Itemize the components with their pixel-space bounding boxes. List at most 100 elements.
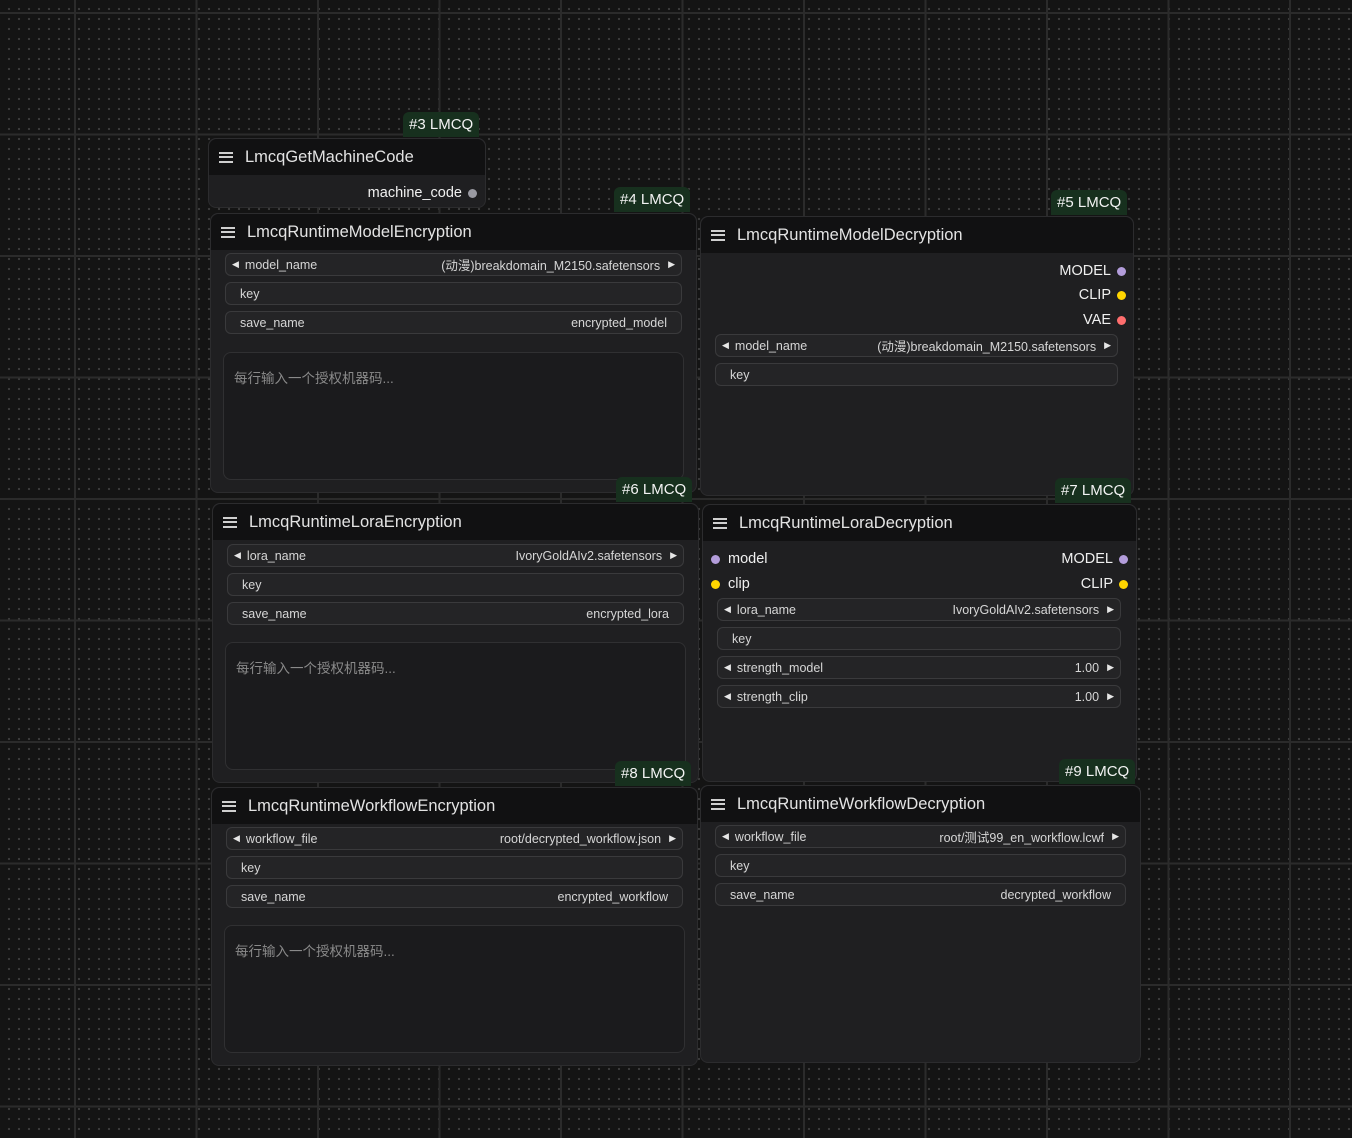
model-name-combo[interactable]: ◀ model_name (动漫)breakdomain_M2150.safet…: [715, 334, 1118, 357]
workflow-file-combo[interactable]: ◀ workflow_file root/decrypted_workflow.…: [226, 827, 683, 850]
triangle-right-icon[interactable]: ▶: [668, 259, 675, 270]
triangle-right-icon[interactable]: ▶: [670, 550, 677, 561]
node-title: LmcqRuntimeModelDecryption: [737, 225, 963, 244]
key-field[interactable]: key: [226, 856, 683, 879]
workflow-file-combo[interactable]: ◀ workflow_file root/测试99_en_workflow.lc…: [715, 825, 1126, 848]
widget-label: lora_name: [736, 602, 796, 617]
output-slot-model[interactable]: MODEL: [1061, 551, 1128, 567]
widget-label: key: [732, 631, 752, 646]
hamburger-icon[interactable]: [711, 229, 725, 241]
widget-label: save_name: [242, 606, 307, 621]
node-lora-decryption[interactable]: LmcqRuntimeLoraDecryption model clip MOD…: [702, 504, 1137, 782]
slot-dot-icon[interactable]: [1117, 266, 1126, 276]
lora-name-combo[interactable]: ◀ lora_name IvoryGoldAIv2.safetensors ▶: [227, 544, 684, 567]
node-id-badge: #5 LMCQ: [1051, 190, 1128, 215]
node-model-encryption[interactable]: LmcqRuntimeModelEncryption ◀ model_name …: [210, 213, 697, 493]
textarea-placeholder: 每行输入一个授权机器码...: [235, 944, 395, 959]
node-title: LmcqRuntimeModelEncryption: [247, 222, 472, 241]
output-slot-machine-code[interactable]: machine_code: [368, 185, 477, 201]
triangle-right-icon[interactable]: ▶: [669, 833, 676, 844]
widget-label: model_name: [734, 338, 808, 353]
key-field[interactable]: key: [715, 363, 1118, 386]
node-lora-encryption[interactable]: LmcqRuntimeLoraEncryption ◀ lora_name Iv…: [212, 503, 699, 783]
triangle-right-icon[interactable]: ▶: [1107, 691, 1114, 702]
save-name-field[interactable]: save_name encrypted_model: [225, 311, 682, 334]
machine-code-textarea[interactable]: 每行输入一个授权机器码...: [225, 642, 686, 770]
slot-dot-icon[interactable]: [711, 554, 720, 564]
machine-code-textarea[interactable]: 每行输入一个授权机器码...: [224, 925, 685, 1053]
hamburger-icon[interactable]: [223, 516, 237, 528]
widget-label: workflow_file: [734, 829, 807, 844]
node-model-decryption[interactable]: LmcqRuntimeModelDecryption MODEL CLIP VA…: [700, 216, 1134, 496]
node-header[interactable]: LmcqRuntimeModelDecryption: [701, 217, 1133, 253]
output-slot-vae[interactable]: VAE: [1083, 312, 1126, 328]
triangle-right-icon[interactable]: ▶: [1107, 662, 1114, 673]
widget-label: key: [241, 860, 261, 875]
lora-name-combo[interactable]: ◀ lora_name IvoryGoldAIv2.safetensors ▶: [717, 598, 1121, 621]
triangle-right-icon[interactable]: ▶: [1104, 340, 1111, 351]
widget-value: 1.00: [1074, 660, 1100, 675]
widget-value: IvoryGoldAIv2.safetensors: [515, 548, 663, 563]
slot-dot-icon[interactable]: [1119, 554, 1128, 564]
slot-dot-icon[interactable]: [1119, 579, 1128, 589]
triangle-left-icon[interactable]: ◀: [234, 550, 241, 561]
slot-dot-icon[interactable]: [1117, 290, 1126, 300]
output-label: VAE: [1083, 312, 1111, 328]
output-label: MODEL: [1059, 263, 1111, 279]
triangle-left-icon[interactable]: ◀: [724, 604, 731, 615]
key-field[interactable]: key: [717, 627, 1121, 650]
node-header[interactable]: LmcqRuntimeModelEncryption: [211, 214, 696, 250]
key-field[interactable]: key: [225, 282, 682, 305]
node-title: LmcqRuntimeWorkflowEncryption: [248, 796, 496, 815]
triangle-left-icon[interactable]: ◀: [233, 833, 240, 844]
input-slot-model[interactable]: model: [711, 551, 768, 567]
triangle-left-icon[interactable]: ◀: [724, 662, 731, 673]
hamburger-icon[interactable]: [222, 800, 236, 812]
node-workflow-decryption[interactable]: LmcqRuntimeWorkflowDecryption ◀ workflow…: [700, 785, 1141, 1063]
triangle-right-icon[interactable]: ▶: [1112, 831, 1119, 842]
key-field[interactable]: key: [227, 573, 684, 596]
widget-label: strength_clip: [736, 689, 808, 704]
node-header[interactable]: LmcqRuntimeLoraDecryption: [703, 505, 1136, 541]
slot-dot-icon[interactable]: [468, 188, 477, 198]
strength-model-stepper[interactable]: ◀ strength_model 1.00 ▶: [717, 656, 1121, 679]
node-header[interactable]: LmcqRuntimeWorkflowEncryption: [212, 788, 697, 824]
node-get-machine-code[interactable]: LmcqGetMachineCode machine_code: [208, 138, 486, 208]
node-id-badge: #3 LMCQ: [403, 112, 480, 137]
hamburger-icon[interactable]: [713, 517, 727, 529]
slot-dot-icon[interactable]: [1117, 315, 1126, 325]
node-workflow-encryption[interactable]: LmcqRuntimeWorkflowEncryption ◀ workflow…: [211, 787, 698, 1066]
node-header[interactable]: LmcqRuntimeLoraEncryption: [213, 504, 698, 540]
node-title: LmcqGetMachineCode: [245, 147, 414, 166]
node-title: LmcqRuntimeWorkflowDecryption: [737, 794, 986, 813]
output-slot-clip[interactable]: CLIP: [1079, 287, 1126, 303]
machine-code-textarea[interactable]: 每行输入一个授权机器码...: [223, 352, 684, 480]
save-name-field[interactable]: save_name encrypted_lora: [227, 602, 684, 625]
key-field[interactable]: key: [715, 854, 1126, 877]
node-title: LmcqRuntimeLoraDecryption: [739, 513, 953, 532]
save-name-field[interactable]: save_name encrypted_workflow: [226, 885, 683, 908]
triangle-left-icon[interactable]: ◀: [232, 259, 239, 270]
widget-label: key: [730, 367, 750, 382]
triangle-right-icon[interactable]: ▶: [1107, 604, 1114, 615]
slot-dot-icon[interactable]: [711, 579, 720, 589]
hamburger-icon[interactable]: [711, 798, 725, 810]
node-header[interactable]: LmcqGetMachineCode: [209, 139, 485, 175]
model-name-combo[interactable]: ◀ model_name (动漫)breakdomain_M2150.safet…: [225, 253, 682, 276]
strength-clip-stepper[interactable]: ◀ strength_clip 1.00 ▶: [717, 685, 1121, 708]
output-slot-model[interactable]: MODEL: [1059, 263, 1126, 279]
output-label: CLIP: [1080, 576, 1113, 592]
input-slot-clip[interactable]: clip: [711, 576, 750, 592]
textarea-placeholder: 每行输入一个授权机器码...: [234, 371, 394, 386]
output-label: MODEL: [1061, 551, 1113, 567]
node-header[interactable]: LmcqRuntimeWorkflowDecryption: [701, 786, 1140, 822]
hamburger-icon[interactable]: [219, 151, 233, 163]
widget-label: strength_model: [736, 660, 824, 675]
hamburger-icon[interactable]: [221, 226, 235, 238]
node-id-badge: #7 LMCQ: [1055, 478, 1132, 503]
output-slot-clip[interactable]: CLIP: [1081, 576, 1128, 592]
triangle-left-icon[interactable]: ◀: [722, 340, 729, 351]
save-name-field[interactable]: save_name decrypted_workflow: [715, 883, 1126, 906]
triangle-left-icon[interactable]: ◀: [722, 831, 729, 842]
triangle-left-icon[interactable]: ◀: [724, 691, 731, 702]
